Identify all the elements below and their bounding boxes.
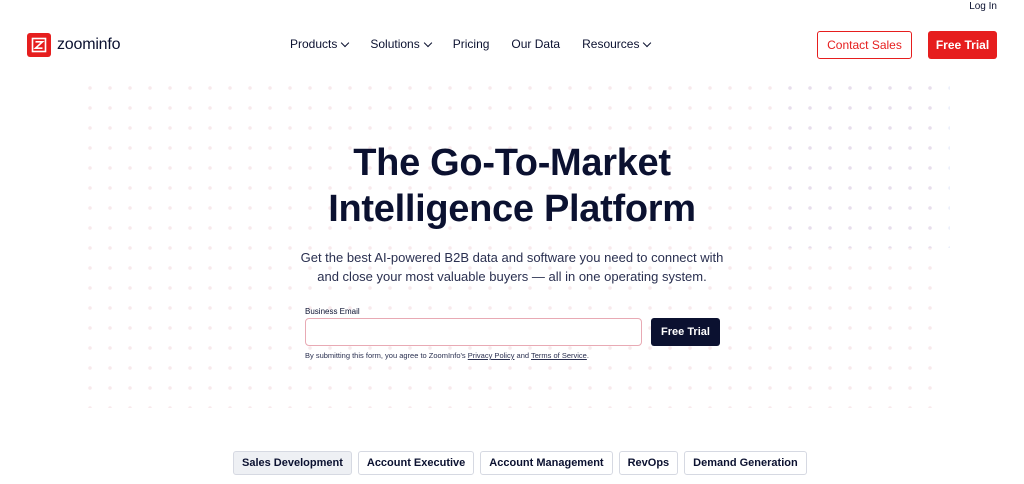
nav-pricing[interactable]: Pricing [453,37,490,51]
free-trial-header-button[interactable]: Free Trial [928,31,997,59]
hero-title-line1: The Go-To-Market [353,142,671,184]
business-email-input[interactable] [305,318,642,346]
hero-subtitle-line1: Get the best AI-powered B2B data and sof… [300,250,724,265]
tab-account-management[interactable]: Account Management [480,451,613,475]
chevron-down-icon [643,38,652,47]
tab-sales-development[interactable]: Sales Development [233,451,352,475]
role-tabs: Sales Development Account Executive Acco… [233,451,807,475]
nav-resources[interactable]: Resources [582,37,652,51]
nav-products[interactable]: Products [290,37,350,51]
nav-resources-label: Resources [582,37,640,51]
tab-account-executive[interactable]: Account Executive [357,451,475,475]
terms-of-service-link[interactable]: Terms of Service [531,351,587,360]
chevron-down-icon [423,38,432,47]
main-nav: Products Solutions Pricing Our Data Reso… [290,37,652,51]
chevron-down-icon [341,38,350,47]
nav-solutions-label: Solutions [370,37,420,51]
nav-products-label: Products [290,37,338,51]
hero-subtitle: Get the best AI-powered B2B data and sof… [0,248,1024,286]
nav-solutions[interactable]: Solutions [370,37,432,51]
business-email-label: Business Email [305,307,360,316]
hero-subtitle-line2: and close your most valuable buyers — al… [317,269,707,284]
nav-our-data-label: Our Data [511,37,561,51]
free-trial-form-button[interactable]: Free Trial [651,318,720,346]
zoominfo-logo-icon [27,33,51,57]
login-link[interactable]: Log In [969,1,997,12]
hero-title-line2: Intelligence Platform [328,188,696,230]
contact-sales-button[interactable]: Contact Sales [817,31,912,59]
nav-our-data[interactable]: Our Data [511,37,560,51]
disclaimer-and: and [514,351,531,360]
disclaimer-prefix: By submitting this form, you agree to Zo… [305,351,468,360]
privacy-policy-link[interactable]: Privacy Policy [468,351,515,360]
tab-revops[interactable]: RevOps [618,451,679,475]
disclaimer-suffix: . [586,351,589,360]
nav-pricing-label: Pricing [452,37,490,51]
tab-demand-generation[interactable]: Demand Generation [684,451,807,475]
form-disclaimer: By submitting this form, you agree to Zo… [305,351,589,360]
zoominfo-logo[interactable]: zoominfo [27,33,121,57]
logo-text: zoominfo [57,36,121,53]
hero-title: The Go-To-Market Intelligence Platform [0,140,1024,232]
